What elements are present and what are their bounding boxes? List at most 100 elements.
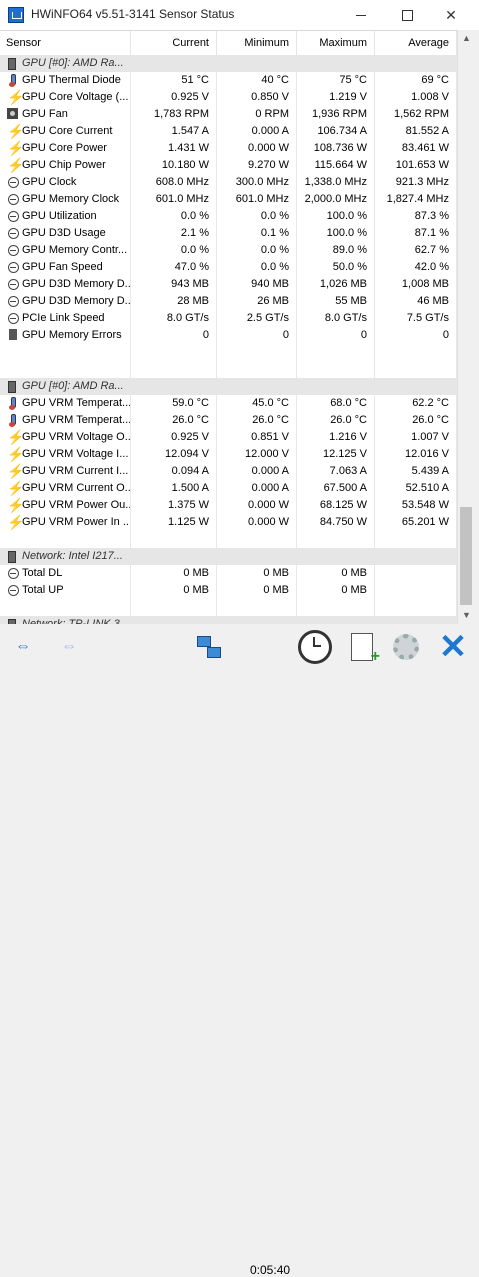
table-row[interactable]: Total DL 0 MB 0 MB 0 MB: [0, 565, 457, 582]
close-window-button[interactable]: ✕: [433, 0, 469, 30]
table-row[interactable]: GPU D3D Memory D... 28 MB 26 MB 55 MB 46 MB: [0, 293, 457, 310]
scrollbar-thumb[interactable]: [460, 507, 472, 605]
table-row[interactable]: PCIe Link Speed 8.0 GT/s 2.5 GT/s 8.0 GT/s 7…: [0, 310, 457, 327]
empty-cell: [131, 361, 217, 378]
table-row[interactable]: GPU VRM Temperat... 59.0 °C 45.0 °C 68.0 °C…: [0, 395, 457, 412]
table-row[interactable]: ⚡ GPU Chip Power 10.180 W 9.270 W 115.664 W1…: [0, 157, 457, 174]
sensor-name: GPU Fan Speed: [0, 259, 131, 276]
average-value: 1,562 RPM: [375, 106, 457, 123]
maximum-value: 100.0 %: [297, 225, 375, 242]
minimum-value: 0.851 V: [217, 429, 297, 446]
empty-cell: [0, 344, 131, 361]
table-row[interactable]: GPU Clock 608.0 MHz 300.0 MHz 1,338.0 MHz 92…: [0, 174, 457, 191]
current-value: 0.925 V: [131, 89, 217, 106]
column-header-average[interactable]: Average: [375, 31, 457, 55]
network-button[interactable]: [192, 630, 226, 664]
average-value: 1.008 V: [375, 89, 457, 106]
column-header-minimum[interactable]: Minimum: [217, 31, 297, 55]
table-row[interactable]: ⚡ GPU VRM Power In ... 1.125 W 0.000 W 84.75…: [0, 514, 457, 531]
average-value: 42.0 %: [375, 259, 457, 276]
table-row[interactable]: ⚡ GPU VRM Current I... 0.094 A 0.000 A 7.063…: [0, 463, 457, 480]
blank-row: [0, 344, 457, 361]
maximize-button[interactable]: [389, 0, 425, 30]
maximum-value: 68.0 °C: [297, 395, 375, 412]
settings-button[interactable]: [388, 630, 424, 664]
maximum-value: 1.219 V: [297, 89, 375, 106]
expand-collapse-button[interactable]: ⇔: [4, 630, 42, 664]
table-row[interactable]: ⚡ GPU VRM Power Ou... 1.375 W 0.000 W 68.125…: [0, 497, 457, 514]
table-row[interactable]: ⚡ GPU VRM Voltage I... 12.094 V 12.000 V 12.…: [0, 446, 457, 463]
sensor-rows: GPU [#0]: AMD Ra... GPU Thermal Diode 51 °…: [0, 55, 457, 625]
column-header-maximum[interactable]: Maximum: [297, 31, 375, 55]
current-value: 0.0 %: [131, 208, 217, 225]
maximum-value: 1,338.0 MHz: [297, 174, 375, 191]
empty-cell: [375, 599, 457, 616]
move-columns-button[interactable]: ⇔: [50, 630, 88, 664]
current-value: 28 MB: [131, 293, 217, 310]
current-value: 1.500 A: [131, 480, 217, 497]
table-row[interactable]: GPU Memory Clock 601.0 MHz 601.0 MHz 2,000.…: [0, 191, 457, 208]
average-value: 81.552 A: [375, 123, 457, 140]
minimize-button[interactable]: [343, 0, 379, 30]
sensor-name: GPU VRM Temperat...: [0, 395, 131, 412]
current-value: 1.125 W: [131, 514, 217, 531]
table-row[interactable]: ⚡ GPU Core Power 1.431 W 0.000 W 108.736 W 83…: [0, 140, 457, 157]
scroll-down-arrow-icon[interactable]: ▼: [458, 607, 475, 624]
maximum-value: 8.0 GT/s: [297, 310, 375, 327]
minimum-value: 0 MB: [217, 582, 297, 599]
average-value: 101.653 W: [375, 157, 457, 174]
table-row[interactable]: GPU Utilization 0.0 % 0.0 % 100.0 % 87.3 %: [0, 208, 457, 225]
table-row[interactable]: ⚡ GPU VRM Voltage O... 0.925 V 0.851 V 1.216…: [0, 429, 457, 446]
table-row[interactable]: GPU Fan 1,783 RPM 0 RPM 1,936 RPM 1,562 RPM: [0, 106, 457, 123]
table-row[interactable]: Total UP 0 MB 0 MB 0 MB: [0, 582, 457, 599]
average-value: 12.016 V: [375, 446, 457, 463]
table-row[interactable]: GPU Memory Errors 0 0 0 0: [0, 327, 457, 344]
maximum-value: 84.750 W: [297, 514, 375, 531]
sensor-name: GPU Utilization: [0, 208, 131, 225]
empty-cell: [131, 531, 217, 548]
maximum-value: 75 °C: [297, 72, 375, 89]
column-header-sensor[interactable]: Sensor: [0, 31, 131, 55]
minimum-value: 0.000 W: [217, 497, 297, 514]
table-header: Sensor Current Minimum Maximum Average: [0, 31, 457, 56]
reset-timer-button[interactable]: [296, 630, 334, 664]
close-x-icon: ✕: [438, 628, 468, 666]
table-row[interactable]: GPU Memory Contr... 0.0 % 0.0 % 89.0 % 62.7 …: [0, 242, 457, 259]
minimum-value: 45.0 °C: [217, 395, 297, 412]
empty-cell: [297, 344, 375, 361]
close-icon: ✕: [445, 6, 457, 23]
minimum-value: 0.000 W: [217, 514, 297, 531]
maximum-value: 0 MB: [297, 582, 375, 599]
table-row[interactable]: ⚡ GPU Core Current 1.547 A 0.000 A 106.734 A…: [0, 123, 457, 140]
table-row[interactable]: GPU Fan Speed 47.0 % 0.0 % 50.0 % 42.0 %: [0, 259, 457, 276]
column-header-current[interactable]: Current: [131, 31, 217, 55]
vertical-scrollbar[interactable]: ▲ ▼: [457, 30, 475, 624]
sensor-name: GPU VRM Current O...: [0, 480, 131, 497]
logging-button[interactable]: [344, 630, 380, 666]
current-value: 0.925 V: [131, 429, 217, 446]
sensor-name: GPU Core Current: [0, 123, 131, 140]
maximum-value: 26.0 °C: [297, 412, 375, 429]
table-row[interactable]: ⚡ GPU VRM Current O... 1.500 A 0.000 A 67.50…: [0, 480, 457, 497]
current-value: 1.547 A: [131, 123, 217, 140]
sensor-group-header[interactable]: GPU [#0]: AMD Ra...: [0, 378, 457, 395]
current-value: 12.094 V: [131, 446, 217, 463]
table-row[interactable]: GPU VRM Temperat... 26.0 °C 26.0 °C 26.0 °C…: [0, 412, 457, 429]
table-row[interactable]: GPU D3D Usage 2.1 % 0.1 % 100.0 % 87.1 %: [0, 225, 457, 242]
sensor-name: GPU Thermal Diode: [0, 72, 131, 89]
current-value: 59.0 °C: [131, 395, 217, 412]
current-value: 0.0 %: [131, 242, 217, 259]
close-sensors-button[interactable]: ✕: [434, 630, 472, 664]
sensor-name: GPU Core Voltage (...: [0, 89, 131, 106]
current-value: 1,783 RPM: [131, 106, 217, 123]
table-row[interactable]: GPU Thermal Diode 51 °C 40 °C 75 °C 69 °C: [0, 72, 457, 89]
table-row[interactable]: ⚡ GPU Core Voltage (... 0.925 V 0.850 V 1.21…: [0, 89, 457, 106]
scroll-up-arrow-icon[interactable]: ▲: [458, 30, 475, 47]
average-value: 1,827.4 MHz: [375, 191, 457, 208]
sensor-group-header[interactable]: GPU [#0]: AMD Ra...: [0, 55, 457, 72]
sensor-group-header[interactable]: Network: Intel I217...: [0, 548, 457, 565]
average-value: 83.461 W: [375, 140, 457, 157]
sensor-name: GPU VRM Temperat...: [0, 412, 131, 429]
table-row[interactable]: GPU D3D Memory D... 943 MB 940 MB 1,026 MB 1…: [0, 276, 457, 293]
average-value: 46 MB: [375, 293, 457, 310]
